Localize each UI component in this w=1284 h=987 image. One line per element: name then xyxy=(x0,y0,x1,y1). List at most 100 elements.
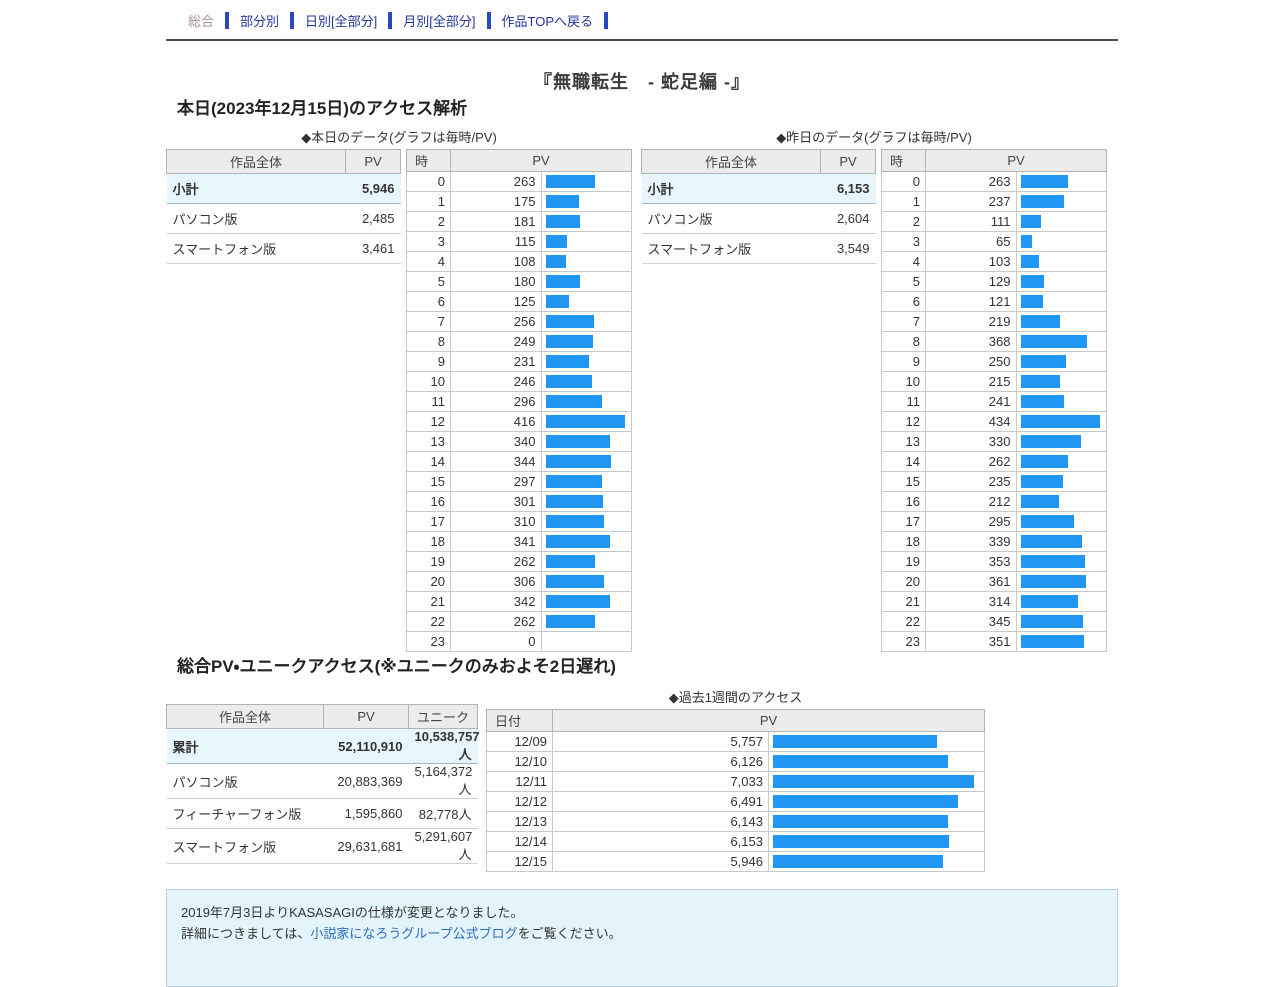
pv-value: 301 xyxy=(450,491,542,512)
pv-value: 2,604 xyxy=(820,203,876,234)
pv-bar xyxy=(1020,175,1069,188)
pv-bar xyxy=(545,455,611,468)
hour-value: 5 xyxy=(406,271,451,292)
week-table: 日付 PV 12/09 5,757 12/10 6,126 12/11 7,033 12/1… xyxy=(486,709,985,872)
table-row: 12/10 6,126 xyxy=(486,751,985,772)
date-value: 12/09 xyxy=(486,731,553,752)
hour-value: 8 xyxy=(881,331,926,352)
pv-value: 330 xyxy=(925,431,1017,452)
pv-value: 103 xyxy=(925,251,1017,272)
hour-value: 23 xyxy=(406,631,451,652)
pv-value: 115 xyxy=(450,231,542,252)
col-header-sakuhin: 作品全体 xyxy=(641,149,821,174)
table-row: 12 416 xyxy=(406,411,632,432)
table-row: 0 263 xyxy=(881,171,1107,192)
pv-bar-cell xyxy=(1015,351,1107,372)
pv-bar-cell xyxy=(1015,211,1107,232)
nav-item-hibetsu[interactable]: 日別[全部分] xyxy=(305,11,377,30)
pv-bar xyxy=(773,855,943,868)
pv-bar-cell xyxy=(540,431,632,452)
nav-item-back-to-top[interactable]: 作品TOPへ戻る xyxy=(502,11,594,30)
table-row: 15 235 xyxy=(881,471,1107,492)
table-row: 16 301 xyxy=(406,491,632,512)
totals-heading: 総合PV・ユニークアクセス(※ユニークのみおよそ2日遅れ) xyxy=(177,657,616,676)
pv-value: 215 xyxy=(925,371,1017,392)
nav-item-tsukibetsu[interactable]: 月別[全部分] xyxy=(403,11,475,30)
pv-value: 314 xyxy=(925,591,1017,612)
hour-value: 12 xyxy=(881,411,926,432)
pv-value: 219 xyxy=(925,311,1017,332)
pv-value: 235 xyxy=(925,471,1017,492)
pv-value: 180 xyxy=(450,271,542,292)
pv-value: 6,126 xyxy=(552,751,769,772)
hour-value: 17 xyxy=(881,511,926,532)
table-row: 8 368 xyxy=(881,331,1107,352)
nav-separator xyxy=(486,12,491,29)
pv-bar xyxy=(1020,235,1033,248)
pv-bar-cell xyxy=(1015,231,1107,252)
hour-value: 11 xyxy=(881,391,926,412)
pv-bar-cell xyxy=(540,491,632,512)
table-header-row: 作品全体 PV xyxy=(166,149,401,174)
pv-bar-cell xyxy=(1015,191,1107,212)
pv-bar-cell xyxy=(540,411,632,432)
official-blog-link[interactable]: 小説家になろうグループ公式ブログ xyxy=(310,926,517,941)
pv-bar xyxy=(1020,275,1044,288)
yesterday-summary-table: 作品全体 PV 小計 6,153 パソコン版 2,604 スマートフォン版 3,549 xyxy=(641,149,876,264)
pv-value: 263 xyxy=(925,171,1017,192)
table-row: 11 296 xyxy=(406,391,632,412)
pv-bar-cell xyxy=(1015,391,1107,412)
pv-value: 129 xyxy=(925,271,1017,292)
unique-value: 5,164,372人 xyxy=(408,763,478,799)
table-row: 小計 5,946 xyxy=(166,173,401,204)
unique-value: 10,538,757人 xyxy=(408,728,480,764)
pv-bar xyxy=(1020,595,1078,608)
pv-bar xyxy=(1020,315,1061,328)
today-hourly-table: 時 PV 0 263 1 175 2 181 3 115 4 108 5 180 6 125 7 256 8 24… xyxy=(406,149,632,652)
pv-value: 231 xyxy=(450,351,542,372)
table-row: 18 341 xyxy=(406,531,632,552)
hour-value: 9 xyxy=(881,351,926,372)
pv-value: 345 xyxy=(925,611,1017,632)
pv-bar-cell xyxy=(540,371,632,392)
hour-value: 15 xyxy=(406,471,451,492)
pv-bar xyxy=(1020,255,1040,268)
table-row: 13 340 xyxy=(406,431,632,452)
pv-value: 1,595,860 xyxy=(323,798,409,829)
pv-bar xyxy=(1020,415,1100,428)
pv-bar-cell xyxy=(540,351,632,372)
pv-bar xyxy=(1020,575,1087,588)
date-value: 12/15 xyxy=(486,851,553,872)
table-header-row: 時 PV xyxy=(406,149,632,172)
pv-bar xyxy=(545,475,602,488)
table-row: 12/15 5,946 xyxy=(486,851,985,872)
table-row: 9 231 xyxy=(406,351,632,372)
pv-bar-cell xyxy=(540,511,632,532)
hour-value: 21 xyxy=(881,591,926,612)
pv-bar xyxy=(545,615,596,628)
nav-item-bubunbetsu[interactable]: 部分別 xyxy=(240,11,279,30)
pv-value: 6,153 xyxy=(552,831,769,852)
pv-bar-cell xyxy=(540,291,632,312)
pv-bar-cell xyxy=(768,771,985,792)
pv-value: 2,485 xyxy=(345,203,401,234)
table-row: 21 342 xyxy=(406,591,632,612)
hour-value: 4 xyxy=(881,251,926,272)
pv-bar xyxy=(773,815,949,828)
pv-value: 241 xyxy=(925,391,1017,412)
nav-separator xyxy=(388,12,393,29)
pv-value: 7,033 xyxy=(552,771,769,792)
table-row: 23 0 xyxy=(406,631,632,652)
hour-value: 22 xyxy=(881,611,926,632)
pv-bar xyxy=(1020,215,1041,228)
totals-summary-table: 作品全体 PV ユニーク 累計 52,110,910 10,538,757人 パソコン… xyxy=(166,704,480,864)
row-label: パソコン版 xyxy=(166,203,346,234)
hour-value: 15 xyxy=(881,471,926,492)
row-label: スマートフォン版 xyxy=(166,233,346,264)
table-row: 14 262 xyxy=(881,451,1107,472)
pv-value: 111 xyxy=(925,211,1017,232)
hour-value: 22 xyxy=(406,611,451,632)
pv-value: 296 xyxy=(450,391,542,412)
pv-value: 353 xyxy=(925,551,1017,572)
pv-value: 262 xyxy=(450,611,542,632)
